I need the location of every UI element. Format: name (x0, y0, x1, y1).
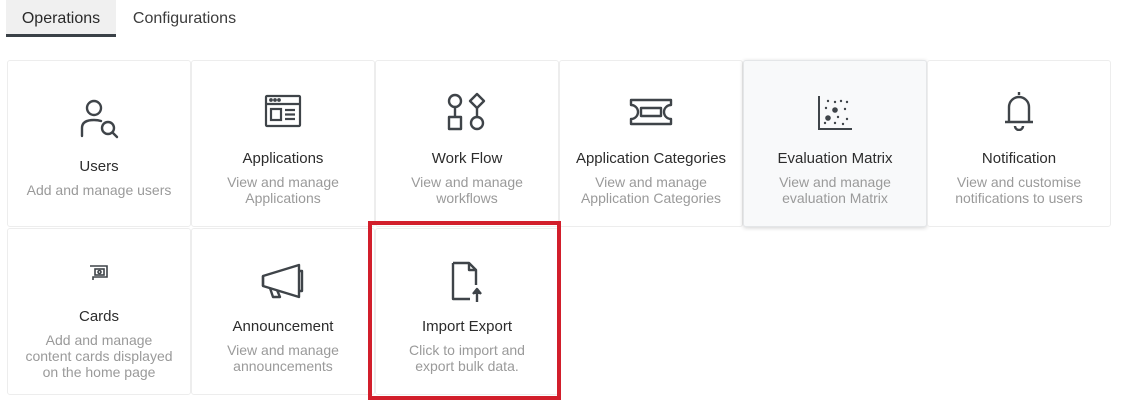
tile-description: View and manage workflows (411, 174, 523, 206)
tile-import-export[interactable]: Import Export Click to import and export… (375, 228, 559, 395)
tile-title: Work Flow (431, 150, 503, 167)
application-window-icon (264, 94, 302, 128)
tile-title: Evaluation Matrix (777, 150, 893, 167)
tile-description: Click to import and export bulk data. (409, 342, 525, 374)
user-search-icon (80, 99, 119, 139)
file-upload-icon (451, 261, 482, 302)
tile-announcement[interactable]: Announcement View and manage announcemen… (191, 228, 375, 395)
tile-description: View and manage evaluation Matrix (779, 174, 891, 206)
scatter-matrix-icon (818, 96, 852, 130)
tile-users[interactable]: Users Add and manage users (7, 60, 191, 227)
tile-description: Add and manage users (26, 182, 172, 198)
tile-title: Notification (981, 150, 1057, 167)
workflow-icon (447, 92, 486, 131)
tab-configurations[interactable]: Configurations (116, 0, 253, 34)
tile-description: Add and manage content cards displayed o… (25, 332, 173, 380)
card-chip-icon (90, 265, 108, 280)
tab-operations[interactable]: Operations (6, 0, 116, 37)
bell-icon (1005, 92, 1033, 131)
tile-application-categories[interactable]: Application Categories View and manage A… (559, 60, 743, 227)
megaphone-icon (261, 263, 304, 299)
tile-description: View and manage Application Categories (580, 174, 722, 206)
tile-title: Users (79, 158, 119, 175)
tile-description: View and manage Applications (227, 174, 339, 206)
tile-cards[interactable]: Cards Add and manage content cards displ… (7, 228, 191, 395)
tile-evaluation-matrix[interactable]: Evaluation Matrix View and manage evalua… (743, 60, 927, 227)
tile-title: Cards (78, 308, 119, 325)
tile-work-flow[interactable]: Work Flow View and manage workflows (375, 60, 559, 227)
tile-description: View and customise notifications to user… (955, 174, 1083, 206)
tile-description: View and manage announcements (227, 342, 339, 374)
tile-title: Import Export (421, 318, 513, 335)
category-tag-icon (629, 98, 673, 126)
tile-applications[interactable]: Applications View and manage Application… (191, 60, 375, 227)
tile-notification[interactable]: Notification View and customise notifica… (927, 60, 1111, 227)
tile-title: Announcement (232, 318, 334, 335)
tile-title: Application Categories (575, 150, 727, 167)
tile-title: Applications (242, 150, 324, 167)
